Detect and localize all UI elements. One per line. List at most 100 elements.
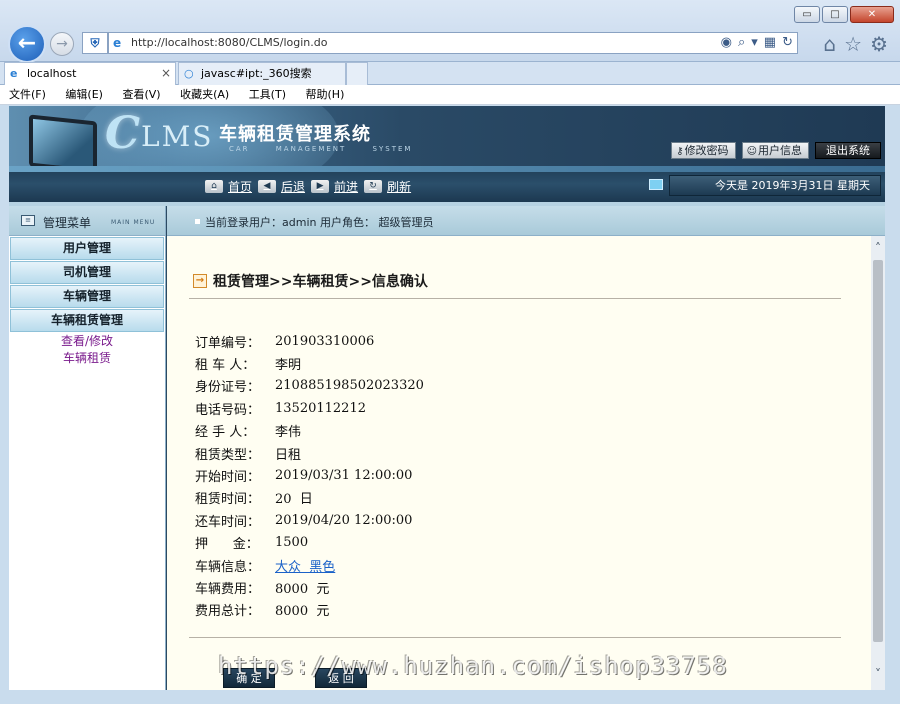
field-total: 费用总计： 8000 元 [195,599,424,621]
field-value: 李伟 [275,425,302,441]
tab-label: javasc#ipt:_360搜索 [201,67,312,80]
field-label: 电话号码： [195,402,261,418]
app-navbar: ⌂ 首页 ◀ 后退 ▶ 前进 ↻ 刷新 今天是 2019年3月31日 星期天 [9,166,885,202]
field-label: 车辆费用： [195,581,261,597]
maximize-button[interactable]: □ [822,6,848,23]
user-info-label: 用户信息 [758,144,802,157]
compat-shield-icon[interactable]: ⛨ [82,32,108,54]
scroll-thumb[interactable] [873,260,883,642]
compat-view-icon[interactable]: ▦ [764,34,776,52]
nav-back[interactable]: ◀ 后退 [258,178,305,195]
nav-home[interactable]: ⌂ 首页 [205,178,252,195]
field-value: 日租 [275,447,302,463]
menu-tools[interactable]: 工具(T) [242,85,293,104]
sidebar-item-drivers[interactable]: 司机管理 [10,261,164,284]
sidebar: ≡ 管理菜单 MAIN MENU 用户管理 司机管理 车辆管理 车辆租赁管理 查… [9,206,166,690]
field-label: 租赁时间： [195,492,261,508]
back-arrow-icon[interactable]: ← [8,25,46,63]
nav-refresh[interactable]: ↻ 刷新 [364,178,411,195]
menu-file[interactable]: 文件(F) [2,85,53,104]
field-label: 经 手 人： [195,425,256,441]
dropdown-icon[interactable]: ▾ [751,34,758,52]
field-handler: 经 手 人： 李伟 [195,420,424,442]
address-tools: ◉ ⌕ ▾ ▦ ↻ [721,34,793,52]
header-buttons: ⚷修改密码 ☺用户信息 退出系统 [671,142,881,159]
field-label: 身份证号： [195,380,261,396]
vehicle-info-link[interactable]: 大众 黑色 [275,556,335,575]
divider-top [189,298,841,299]
logo-letter: C [105,108,140,159]
date-display: 今天是 2019年3月31日 星期天 [669,175,881,196]
sidebar-title: 管理菜单 [43,216,92,230]
minimize-button[interactable]: ▭ [794,6,820,23]
field-start-time: 开始时间： 2019/03/31 12:00:00 [195,464,424,486]
field-label: 押 金： [195,537,259,553]
scroll-down-icon[interactable]: ˅ [871,666,885,682]
key-icon: ⚷ [676,146,684,157]
field-label: 还车时间： [195,514,261,530]
forward-arrow-icon[interactable]: → [50,32,74,56]
user-info-button[interactable]: ☺用户信息 [741,142,809,159]
field-id-number: 身份证号： 210885198502023320 [195,375,424,397]
address-bar[interactable]: e http://localhost:8080/CLMS/login.do ◉ … [108,32,798,54]
menu-edit[interactable]: 编辑(E) [58,85,110,104]
arrow-right-icon: → [193,274,207,288]
field-value: 8000 元 [275,604,330,620]
home-icon[interactable]: ⌂ [823,32,836,56]
address-url[interactable]: http://localhost:8080/CLMS/login.do [131,36,327,49]
change-password-button[interactable]: ⚷修改密码 [671,142,736,159]
screen-icon [649,179,663,190]
tab-search[interactable]: ○ javasc#ipt:_360搜索 [178,62,346,85]
nav-links: ⌂ 首页 ◀ 后退 ▶ 前进 ↻ 刷新 [205,178,411,195]
main-content: → 租赁管理>>车辆租赁>>信息确认 订单编号： 201903310006 租 车… [167,236,871,690]
field-phone: 电话号码： 13520112212 [195,397,424,419]
sidebar-item-users[interactable]: 用户管理 [10,237,164,260]
search-icon[interactable]: ⌕ [738,34,745,52]
field-value: 13520112212 [275,400,366,416]
field-label: 租赁类型： [195,447,261,463]
search-360-icon: ○ [184,67,194,80]
browser-titlebar: ▭ □ ✕ ← → ⛨ e http://localhost:8080/CLMS… [0,0,900,63]
sidebar-subitem-rent[interactable]: 车辆租赁 [9,350,165,367]
menu-view[interactable]: 查看(V) [115,85,167,104]
nav-home-label: 首页 [228,180,253,194]
field-vehicle: 车辆信息： 大众 黑色 [195,554,424,576]
logout-button[interactable]: 退出系统 [815,142,881,159]
scroll-up-icon[interactable]: ˄ [871,240,885,256]
field-label: 费用总计： [195,604,261,620]
gear-icon[interactable]: ⚙ [870,32,888,56]
refresh-icon[interactable]: ↻ [782,34,793,52]
security-icon[interactable]: ◉ [721,34,732,52]
field-duration: 租赁时间： 20 日 [195,487,424,509]
field-label: 开始时间： [195,470,261,486]
refresh-icon: ↻ [364,180,383,193]
breadcrumb-text: 租赁管理>>车辆租赁>>信息确认 [213,274,428,290]
nav-forward[interactable]: ▶ 前进 [311,178,358,195]
tab-localhost[interactable]: e localhost × [4,62,176,85]
nav-refresh-label: 刷新 [387,180,412,194]
sidebar-item-vehicles[interactable]: 车辆管理 [10,285,164,308]
field-return-time: 还车时间： 2019/04/20 12:00:00 [195,509,424,531]
forward-icon: ▶ [311,180,330,193]
close-button[interactable]: ✕ [850,6,894,23]
order-details: 订单编号： 201903310006 租 车 人： 李明 身份证号： 21088519… [195,330,424,621]
field-label: 租 车 人： [195,358,256,374]
sidebar-title-en: MAIN MENU [111,219,156,226]
watermark-text: https://www.huzhan.com/ishop33758 [218,652,728,680]
current-user-info: 当前登录用户：admin 用户角色： 超级管理员 [205,216,434,229]
new-tab-button[interactable] [346,62,368,85]
field-deposit: 押 金： 1500 [195,532,424,554]
menu-help[interactable]: 帮助(H) [299,85,352,104]
field-value: 201903310006 [275,333,375,349]
favorites-star-icon[interactable]: ☆ [844,32,862,56]
close-tab-icon[interactable]: × [161,63,171,84]
menu-bar: 文件(F) 编辑(E) 查看(V) 收藏夹(A) 工具(T) 帮助(H) [0,85,900,105]
sidebar-subitem-view-edit[interactable]: 查看/修改 [9,333,165,350]
sidebar-item-rentals[interactable]: 车辆租赁管理 [10,309,164,332]
app-frame: C LMS 车辆租赁管理系统 CAR MANAGEMENT SYSTEM ⚷修改… [9,106,885,690]
content-scrollbar[interactable]: ˄ ˅ [871,236,885,690]
field-value: 20 日 [275,492,313,508]
menu-favorites[interactable]: 收藏夹(A) [173,85,236,104]
field-value: 李明 [275,358,302,374]
logo-text: LMS [141,120,214,153]
